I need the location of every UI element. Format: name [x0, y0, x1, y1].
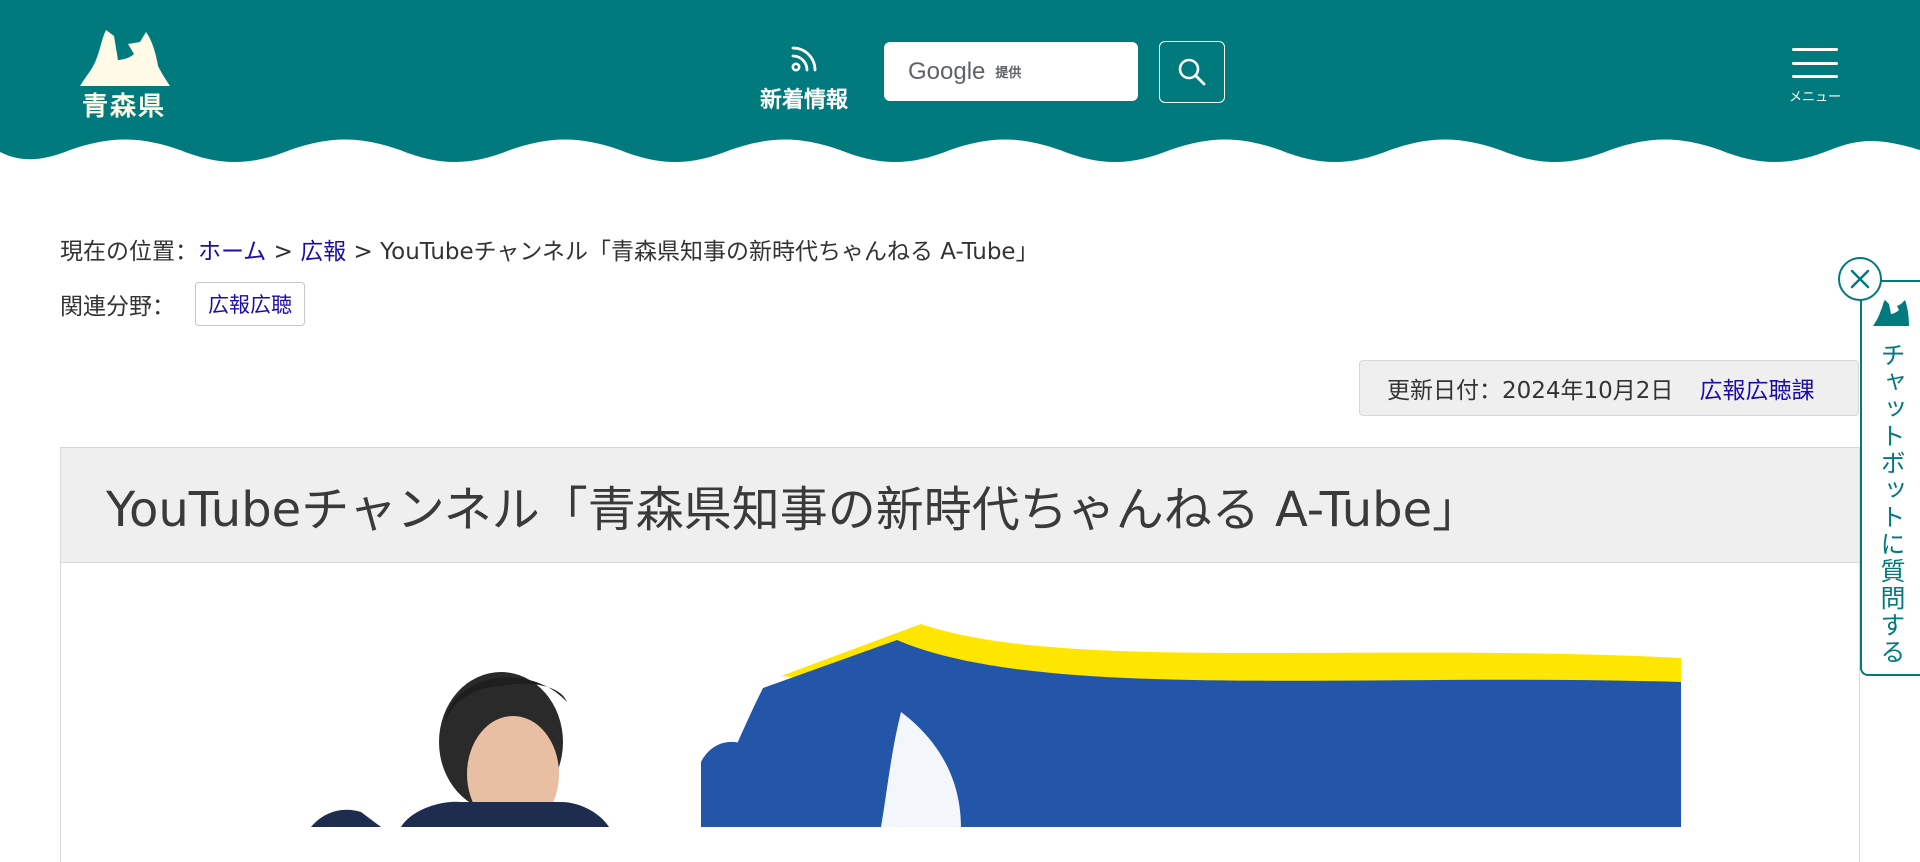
breadcrumb-home-link[interactable]: ホーム: [198, 239, 266, 265]
department-link[interactable]: 広報広聴課: [1699, 371, 1814, 405]
related-field-tag[interactable]: 広報広聴: [195, 282, 305, 326]
chatbot-label: チャットボットに質問する: [1877, 342, 1906, 666]
close-icon: [1850, 269, 1870, 289]
aomori-prefecture-logo-icon: [80, 30, 170, 86]
a-tube-banner-image: [311, 624, 1681, 827]
related-fields: 関連分野： 広報広聴: [60, 282, 305, 326]
news-link[interactable]: 新着情報: [752, 42, 856, 114]
hamburger-icon: [1792, 48, 1838, 78]
site-header: 青森県 新着情報 Google 提供 メニュー: [0, 0, 1920, 170]
chatbot-close-button[interactable]: [1838, 257, 1882, 301]
menu-label: メニュー: [1788, 90, 1841, 105]
content-panel: [60, 562, 1860, 862]
chatbot-tab[interactable]: チャットボットに質問する: [1860, 280, 1920, 676]
site-search-input[interactable]: Google 提供: [884, 42, 1138, 101]
breadcrumb: 現在の位置：ホーム > 広報 > YouTubeチャンネル「青森県知事の新時代ち…: [60, 232, 1039, 266]
breadcrumb-separator: >: [346, 239, 381, 265]
search-icon: [1178, 58, 1206, 86]
update-date: 更新日付：2024年10月2日: [1387, 378, 1674, 404]
google-provided-text: 提供: [995, 66, 1022, 81]
update-info-box: 更新日付：2024年10月2日 広報広聴課: [1359, 360, 1859, 416]
breadcrumb-current: YouTubeチャンネル「青森県知事の新時代ちゃんねる A-Tube」: [380, 239, 1039, 265]
aomori-logo-link[interactable]: 青森県: [72, 26, 176, 122]
aomori-mascot-icon: [1873, 300, 1909, 326]
breadcrumb-pr-link[interactable]: 広報: [300, 239, 346, 265]
menu-button[interactable]: メニュー: [1785, 48, 1845, 105]
breadcrumb-separator: >: [266, 239, 301, 265]
google-logo-text: Google: [908, 57, 986, 85]
related-fields-label: 関連分野：: [60, 294, 175, 320]
breadcrumb-prefix: 現在の位置：: [60, 239, 198, 265]
search-button[interactable]: [1159, 41, 1225, 103]
page-title: YouTubeチャンネル「青森県知事の新時代ちゃんねる A-Tube」: [106, 482, 1481, 538]
page-title-panel: YouTubeチャンネル「青森県知事の新時代ちゃんねる A-Tube」: [60, 447, 1860, 563]
news-label: 新着情報: [759, 88, 848, 113]
rss-icon: [791, 46, 817, 72]
logo-text: 青森県: [81, 92, 166, 122]
